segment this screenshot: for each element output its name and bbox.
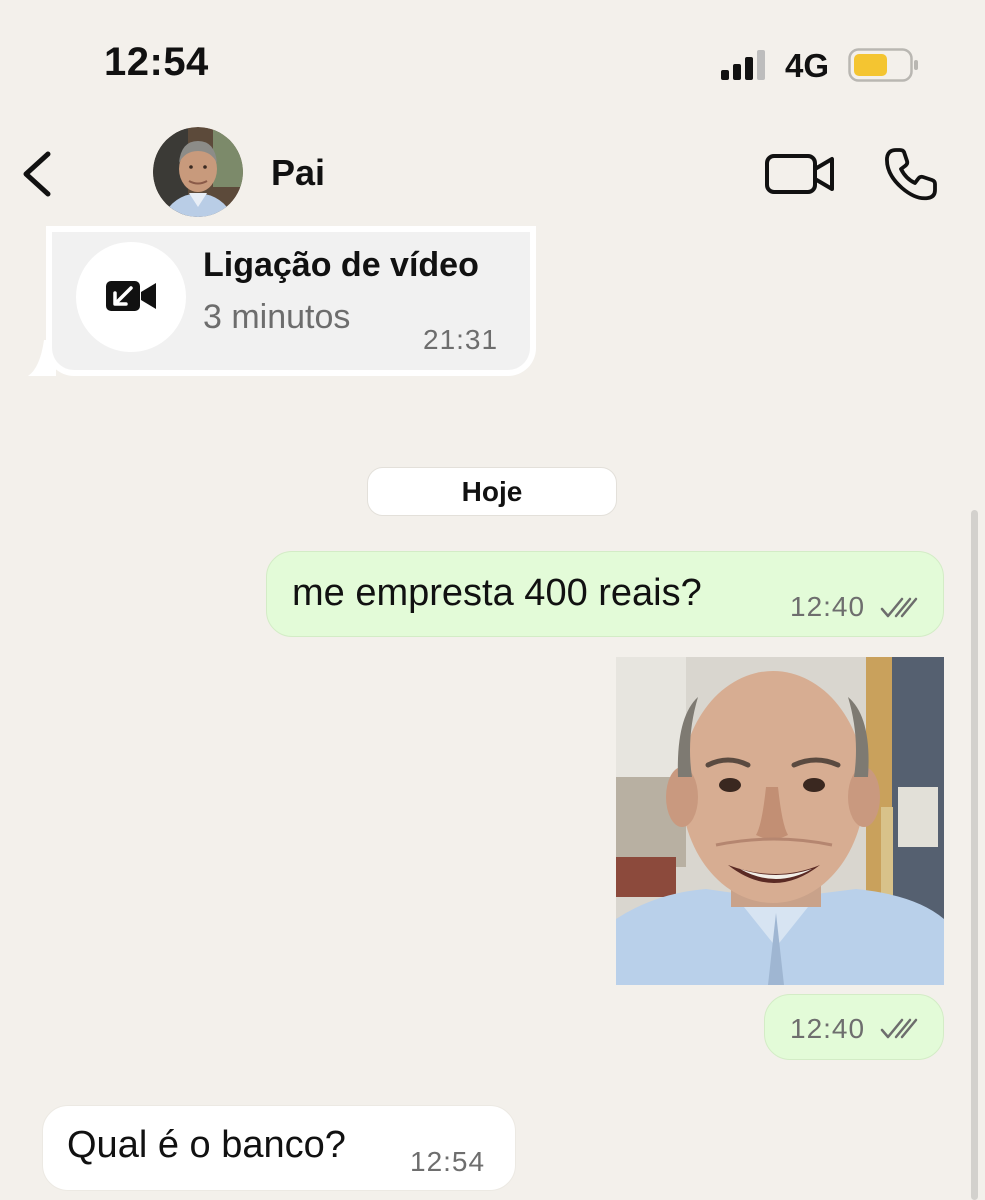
message-timestamp: 12:40 — [790, 591, 866, 622]
message-timestamp: 12:40 — [790, 1013, 866, 1044]
incoming-message[interactable]: Qual é o banco? 12:54 — [42, 1105, 516, 1191]
double-check-icon — [880, 1018, 918, 1039]
call-log-card: Ligação de vídeo 3 minutos 21:31 — [52, 232, 530, 370]
avatar-photo — [153, 127, 243, 217]
call-title: Ligação de vídeo — [203, 246, 479, 284]
call-log-bubble[interactable]: Ligação de vídeo 3 minutos 21:31 — [46, 226, 536, 376]
incoming-video-call-icon — [106, 281, 156, 311]
video-call-icon[interactable] — [764, 150, 836, 198]
phone-icon[interactable] — [880, 144, 940, 204]
message-timestamp: 12:54 — [410, 1146, 486, 1177]
message-text: Qual é o banco? — [67, 1124, 346, 1166]
call-duration: 3 minutos — [203, 298, 351, 336]
status-time: 12:54 — [104, 40, 209, 84]
sticker-photo — [616, 657, 944, 985]
sticker-status-bubble: 12:40 — [764, 994, 944, 1060]
double-check-icon — [880, 597, 918, 618]
sticker-image[interactable] — [616, 657, 944, 985]
network-type: 4G — [785, 47, 830, 84]
back-button[interactable] — [18, 148, 58, 200]
call-timestamp: 21:31 — [423, 324, 499, 355]
status-bar: 12:54 4G — [0, 0, 985, 120]
signal-strength-icon — [721, 50, 765, 80]
chat-header — [0, 120, 985, 230]
message-text: me empresta 400 reais? — [292, 572, 702, 614]
contact-avatar[interactable] — [153, 127, 243, 217]
outgoing-message[interactable]: me empresta 400 reais? 12:40 — [266, 551, 944, 637]
date-separator: Hoje — [367, 467, 617, 516]
contact-name[interactable]: Pai — [271, 152, 325, 194]
battery-icon — [848, 48, 918, 82]
scrollbar[interactable] — [971, 510, 978, 1200]
call-icon-container — [76, 242, 186, 352]
